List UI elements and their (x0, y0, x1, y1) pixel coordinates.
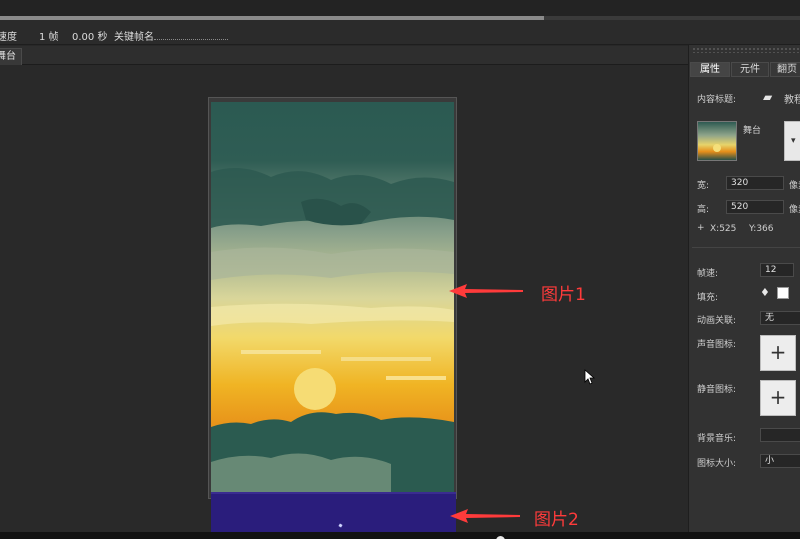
label-image-2: 图片2 (534, 510, 579, 530)
frame-counter: 1 帧 (39, 32, 59, 43)
timeline-bar: 速度 1 帧 0.00 秒 关键帧名 (0, 20, 800, 45)
speed-label: 速度 (0, 32, 17, 43)
icon-size-label: 图标大小: (697, 459, 737, 469)
image-1-sunset[interactable] (211, 102, 454, 495)
status-bar (0, 532, 800, 539)
fill-label: 填充: (697, 293, 719, 303)
arrow-1 (449, 284, 523, 298)
fps-input[interactable]: 12 (760, 263, 794, 277)
keyframe-name-label: 关键帧名 (114, 32, 154, 43)
arrow-2 (450, 509, 520, 523)
label-image-1: 图片1 (541, 285, 586, 305)
book-icon: ▰ (763, 90, 773, 104)
content-title-label: 内容标题: (697, 95, 737, 105)
tab-symbols[interactable]: 元件 (731, 62, 769, 77)
panel-grip[interactable] (692, 47, 800, 53)
document-tab-bar: 舞台 (0, 46, 688, 65)
add-mute-icon-button[interactable]: + (760, 380, 796, 416)
stage-thumbnail[interactable] (697, 121, 737, 161)
animation-link-select[interactable]: 无 (760, 311, 800, 325)
move-icon: + (697, 223, 705, 233)
content-title-value: 教程 (784, 95, 800, 106)
y-readout: Y:366 (749, 224, 774, 234)
paint-bucket-icon[interactable]: ♦ (760, 286, 770, 299)
animation-link-label: 动画关联: (697, 316, 737, 326)
mute-icon-label: 静音图标: (697, 385, 737, 395)
image-2-night[interactable] (211, 492, 456, 532)
add-sound-icon-button[interactable]: + (760, 335, 796, 371)
tab-properties[interactable]: 属性 (690, 62, 730, 77)
tab-stage[interactable]: 舞台 (0, 48, 22, 65)
fps-label: 帧速: (697, 269, 719, 279)
height-label: 高: (697, 205, 710, 215)
sunset-illustration (211, 102, 454, 495)
width-unit: 像素 (789, 181, 800, 191)
height-input[interactable]: 520 (726, 200, 784, 214)
bgm-input[interactable] (760, 428, 800, 442)
stage-settings-button[interactable]: ▾ (784, 121, 800, 161)
sound-icon-label: 声音图标: (697, 340, 737, 350)
icon-size-select[interactable]: 小 (760, 454, 800, 468)
stage-name: 舞台 (743, 126, 762, 136)
mouse-cursor-icon (584, 369, 596, 385)
width-input[interactable]: 320 (726, 176, 784, 190)
fill-color-swatch[interactable] (777, 287, 789, 299)
time-readout: 0.00 秒 (72, 32, 108, 43)
tab-page-turn[interactable]: 翻页 (770, 62, 800, 77)
width-label: 宽: (697, 181, 710, 191)
panel-divider (692, 247, 800, 248)
height-unit: 像素 (789, 205, 800, 215)
keyframe-name-input[interactable] (154, 30, 228, 40)
x-readout: X:525 (710, 224, 737, 234)
bgm-label: 背景音乐: (697, 434, 737, 444)
